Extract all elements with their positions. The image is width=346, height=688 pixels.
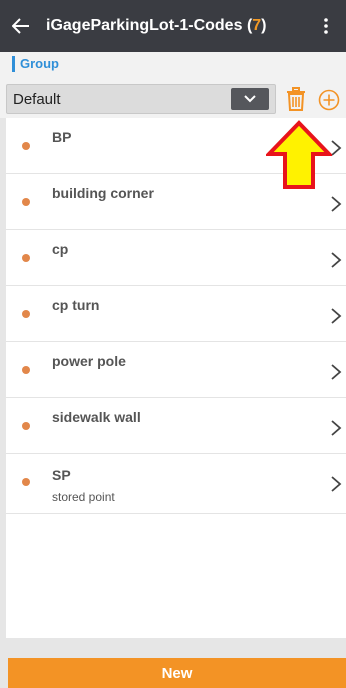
chevron-right-icon: [331, 420, 342, 436]
status-dot: [22, 478, 30, 486]
code-item[interactable]: cp turn: [6, 286, 346, 342]
code-name: cp: [52, 241, 69, 257]
code-name: SP: [52, 467, 71, 483]
code-item[interactable]: power pole: [6, 342, 346, 398]
status-dot: [22, 310, 30, 318]
title-text: iGageParkingLot-1-Codes: [46, 17, 243, 34]
chevron-right-icon: [331, 308, 342, 324]
app-bar: iGageParkingLot-1-Codes (7): [0, 0, 346, 52]
group-label: Group: [12, 56, 59, 72]
new-code-button[interactable]: New: [8, 658, 346, 688]
plus-circle-icon: [318, 89, 340, 111]
more-vertical-icon: [324, 18, 328, 34]
code-count: 7: [252, 17, 262, 34]
code-item[interactable]: cp: [6, 230, 346, 286]
code-name: cp turn: [52, 297, 100, 313]
code-name: sidewalk wall: [52, 409, 141, 425]
code-item[interactable]: SP stored point: [6, 454, 346, 514]
delete-group-button[interactable]: [286, 87, 306, 111]
status-dot: [22, 422, 30, 430]
overflow-menu-button[interactable]: [306, 0, 346, 52]
back-button[interactable]: [0, 0, 42, 52]
trash-icon: [287, 87, 305, 111]
status-dot: [22, 254, 30, 262]
status-dot: [22, 366, 30, 374]
add-group-button[interactable]: [318, 89, 340, 111]
chevron-right-icon: [331, 196, 342, 212]
code-name: BP: [52, 129, 72, 145]
code-item[interactable]: sidewalk wall: [6, 398, 346, 454]
group-dropdown-button[interactable]: [231, 88, 269, 110]
page-title: iGageParkingLot-1-Codes (7): [42, 17, 306, 35]
code-list: BP building corner cp cp turn power pole…: [6, 118, 346, 638]
chevron-down-icon: [244, 95, 256, 103]
status-dot: [22, 198, 30, 206]
annotation-arrow: [266, 120, 332, 189]
group-select-value: Default: [13, 90, 61, 108]
chevron-right-icon: [331, 252, 342, 268]
count-close: ): [261, 17, 267, 34]
chevron-right-icon: [331, 476, 342, 492]
group-select[interactable]: Default: [6, 84, 276, 114]
code-name: power pole: [52, 353, 126, 369]
status-dot: [22, 142, 30, 150]
code-description: stored point: [52, 490, 115, 504]
chevron-right-icon: [331, 364, 342, 380]
arrow-left-icon: [12, 18, 29, 34]
code-name: building corner: [52, 185, 154, 201]
